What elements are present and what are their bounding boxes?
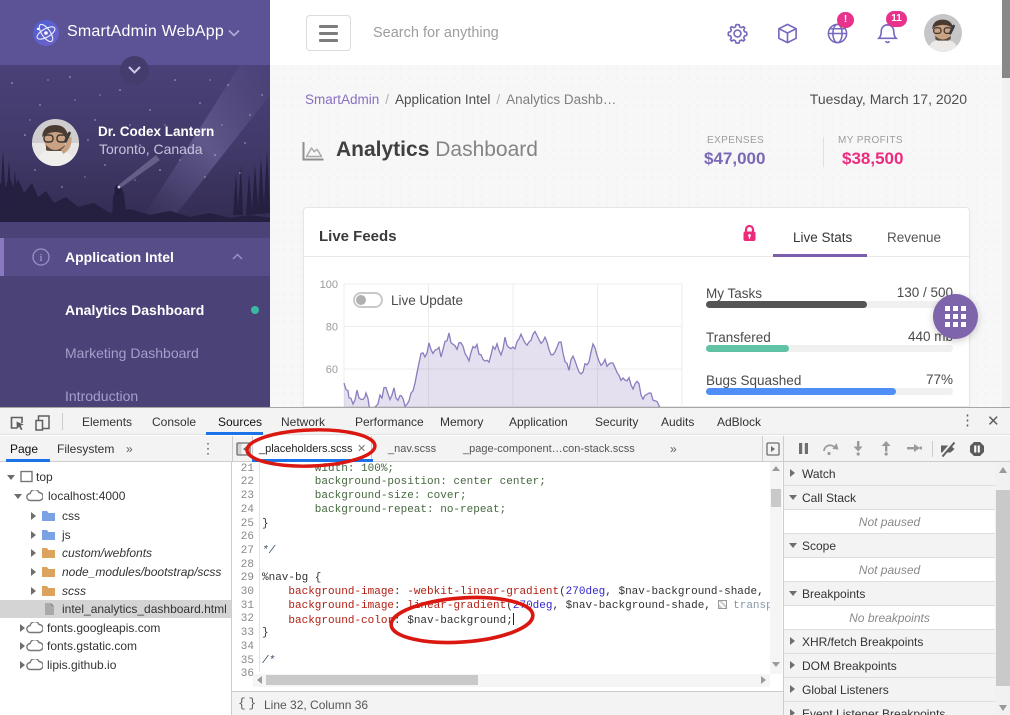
svg-text:60: 60 — [326, 364, 338, 376]
svg-text:100: 100 — [320, 279, 338, 291]
svg-text:i: i — [39, 252, 42, 264]
svg-text:80: 80 — [326, 322, 338, 334]
